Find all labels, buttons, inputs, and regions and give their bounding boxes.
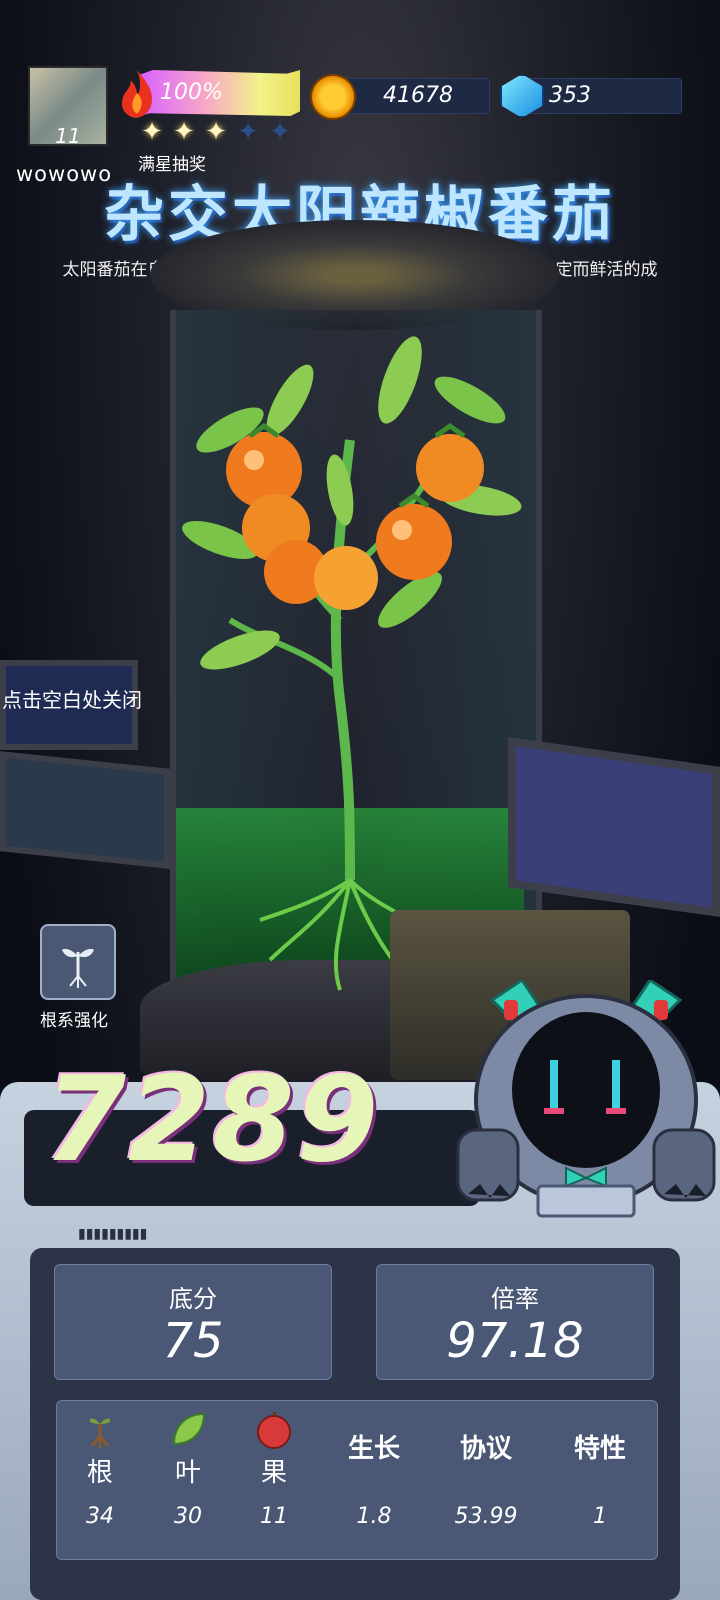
flame-icon bbox=[121, 70, 152, 118]
attribute-name: 特性 bbox=[573, 1434, 626, 1464]
star-icon: ✦ bbox=[205, 117, 227, 147]
attribute-root: 根 34 bbox=[60, 1406, 140, 1529]
apple-icon bbox=[257, 1411, 291, 1449]
multiplier-value: 97.18 bbox=[446, 1313, 584, 1369]
close-hint: 点击空白处关闭 bbox=[2, 688, 142, 712]
base-score-label: 底分 bbox=[169, 1285, 217, 1313]
attribute-name: 叶 bbox=[174, 1458, 201, 1488]
attribute-protocol: 协议 53.99 bbox=[446, 1406, 526, 1529]
star-icon: ✦ bbox=[269, 117, 291, 147]
attribute-name: 果 bbox=[260, 1458, 287, 1488]
tomato-plant bbox=[182, 336, 522, 991]
leaf-icon bbox=[172, 1412, 206, 1446]
attribute-value: 30 bbox=[174, 1504, 202, 1529]
star-rating: ✦ ✦ ✦ ✦ ✦ bbox=[138, 118, 294, 146]
player-level: 11 bbox=[55, 124, 81, 148]
gold-value: 41678 bbox=[383, 83, 453, 108]
attribute-value: 11 bbox=[260, 1504, 288, 1529]
attribute-leaf: 叶 30 bbox=[148, 1406, 228, 1529]
star-icon: ✦ bbox=[141, 117, 163, 147]
attribute-name: 生长 bbox=[347, 1434, 400, 1464]
multiplier-label: 倍率 bbox=[491, 1285, 539, 1313]
attribute-fruit: 果 11 bbox=[234, 1406, 314, 1529]
base-score-value: 75 bbox=[162, 1313, 224, 1369]
star-icon: ✦ bbox=[173, 117, 195, 147]
attribute-trait: 特性 1 bbox=[560, 1406, 640, 1529]
gold-counter[interactable]: 41678 bbox=[338, 78, 490, 114]
total-score: 7289 bbox=[44, 1050, 381, 1188]
gem-counter[interactable]: 353 bbox=[526, 78, 682, 114]
attribute-growth: 生长 1.8 bbox=[334, 1406, 414, 1529]
star-icon: ✦ bbox=[237, 117, 259, 147]
multiplier-box: 倍率 97.18 bbox=[376, 1264, 654, 1380]
attribute-value: 1 bbox=[593, 1504, 607, 1529]
left-console bbox=[0, 751, 170, 869]
attribute-name: 协议 bbox=[459, 1434, 512, 1464]
gold-coin-icon bbox=[310, 74, 356, 120]
root-icon bbox=[89, 1418, 111, 1448]
gem-value: 353 bbox=[549, 83, 591, 108]
attribute-value: 1.8 bbox=[356, 1504, 392, 1529]
right-monitor bbox=[508, 737, 720, 917]
attribute-value: 53.99 bbox=[454, 1504, 518, 1529]
attribute-value: 34 bbox=[86, 1504, 114, 1529]
root-boost-label: 根系强化 bbox=[40, 1011, 108, 1031]
energy-percent: 100% bbox=[160, 80, 223, 105]
attribute-name: 根 bbox=[86, 1458, 113, 1488]
sprout-icon bbox=[62, 948, 94, 988]
root-boost-button[interactable] bbox=[40, 924, 116, 1000]
panel-grille: ▮▮▮▮▮▮▮▮▮ bbox=[78, 1226, 148, 1242]
base-score-box: 底分 75 bbox=[54, 1264, 332, 1380]
robot-mascot bbox=[456, 980, 716, 1218]
